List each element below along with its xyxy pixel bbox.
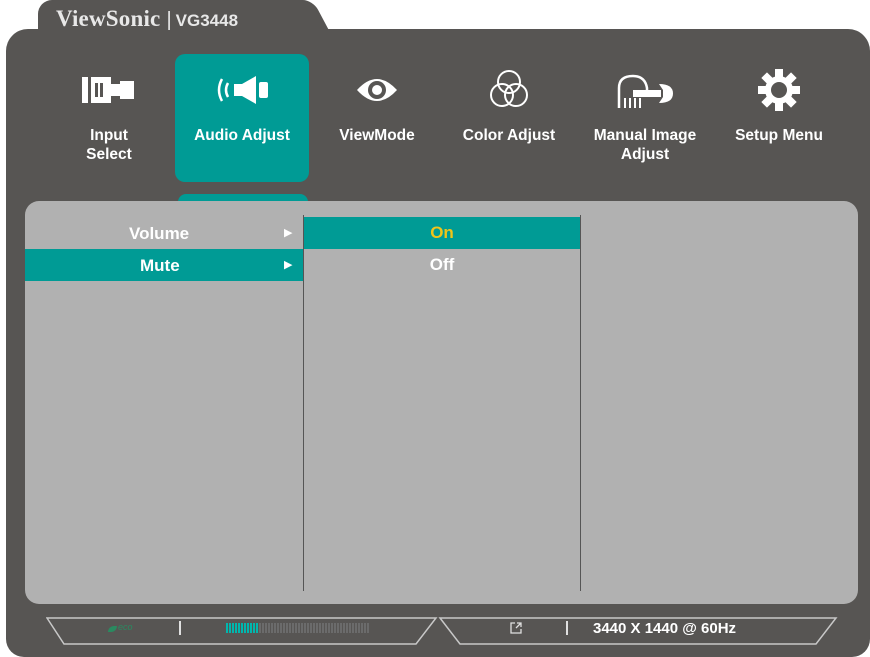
eco-meter-segment <box>328 623 330 633</box>
eco-meter-segment <box>364 623 366 633</box>
eco-meter-segment <box>307 623 309 633</box>
eco-meter-segment <box>298 623 300 633</box>
eco-meter-segment <box>262 623 264 633</box>
eco-meter-segment <box>226 623 228 633</box>
eco-meter-segment <box>253 623 255 633</box>
eco-meter-segment <box>289 623 291 633</box>
status-separator <box>179 621 181 635</box>
gear-icon <box>712 68 846 112</box>
eco-meter-segment <box>367 623 369 633</box>
menu-viewmode[interactable]: ViewMode <box>310 54 444 182</box>
menu-manual-image-adjust[interactable]: Manual Image Adjust <box>578 54 712 182</box>
column-divider <box>580 215 581 591</box>
input-select-icon <box>42 68 176 112</box>
eco-meter-segment <box>343 623 345 633</box>
eco-meter-segment <box>256 623 258 633</box>
brand-name: ViewSonic <box>56 6 161 31</box>
eco-meter-segment <box>250 623 252 633</box>
eco-meter-segment <box>277 623 279 633</box>
menu-color-adjust[interactable]: Color Adjust <box>442 54 576 182</box>
eco-meter-segment <box>241 623 243 633</box>
status-separator <box>566 621 568 635</box>
eco-meter-segment <box>316 623 318 633</box>
submenu-item-label: Mute <box>140 256 180 275</box>
eco-meter-segment <box>286 623 288 633</box>
eco-meter-segment <box>352 623 354 633</box>
eco-meter-segment <box>361 623 363 633</box>
speaker-icon <box>175 68 309 112</box>
eco-label: eco <box>118 622 133 632</box>
menu-label: Input Select <box>86 127 132 163</box>
eco-meter-segment <box>331 623 333 633</box>
eco-meter <box>226 623 369 633</box>
eco-meter-segment <box>268 623 270 633</box>
arrow-right-icon: ▶ <box>284 227 293 239</box>
eco-meter-segment <box>247 623 249 633</box>
menu-label: Manual Image Adjust <box>593 127 697 163</box>
eco-meter-segment <box>325 623 327 633</box>
color-circles-icon <box>442 68 576 112</box>
eco-meter-segment <box>295 623 297 633</box>
eco-meter-segment <box>337 623 339 633</box>
eco-meter-segment <box>301 623 303 633</box>
eco-meter-segment <box>340 623 342 633</box>
submenu-item-label: Volume <box>129 224 190 243</box>
eco-meter-segment <box>232 623 234 633</box>
menu-label: ViewMode <box>339 127 415 144</box>
resolution-readout: 3440 X 1440 @ 60Hz <box>593 620 737 637</box>
menu-label: Setup Menu <box>735 127 823 144</box>
hand-wrench-icon <box>578 68 712 112</box>
menu-audio-adjust[interactable]: Audio Adjust <box>175 54 309 182</box>
eco-meter-segment <box>274 623 276 633</box>
eco-meter-segment <box>310 623 312 633</box>
eco-meter-segment <box>235 623 237 633</box>
eco-meter-segment <box>229 623 231 633</box>
menu-setup[interactable]: Setup Menu <box>712 54 846 182</box>
brand-separator: | <box>166 9 172 31</box>
eco-meter-segment <box>322 623 324 633</box>
eco-meter-segment <box>355 623 357 633</box>
eco-meter-segment <box>244 623 246 633</box>
eco-meter-segment <box>238 623 240 633</box>
eco-meter-segment <box>283 623 285 633</box>
menu-input-select[interactable]: Input Select <box>42 54 176 182</box>
arrow-right-icon: ▶ <box>284 259 293 271</box>
submenu-panel: Volume ▶ Mute ▶ On Off <box>25 201 858 604</box>
status-bar: eco 3440 X 1440 @ 60Hz <box>46 617 838 645</box>
eco-meter-segment <box>265 623 267 633</box>
brand-logo: ViewSonic | VG3448 <box>56 6 238 32</box>
eco-meter-segment <box>259 623 261 633</box>
option-off[interactable]: Off <box>304 249 580 281</box>
menu-label: Color Adjust <box>462 127 556 144</box>
eco-meter-segment <box>349 623 351 633</box>
option-on[interactable]: On <box>304 217 580 249</box>
eye-icon <box>310 68 444 112</box>
eco-meter-segment <box>319 623 321 633</box>
eco-meter-segment <box>346 623 348 633</box>
eco-meter-segment <box>292 623 294 633</box>
submenu-item-volume[interactable]: Volume ▶ <box>25 217 303 249</box>
eco-meter-segment <box>280 623 282 633</box>
eco-meter-segment <box>304 623 306 633</box>
eco-meter-segment <box>334 623 336 633</box>
model-name: VG3448 <box>175 11 239 30</box>
eco-meter-segment <box>271 623 273 633</box>
eco-meter-segment <box>313 623 315 633</box>
eco-meter-segment <box>358 623 360 633</box>
submenu-item-mute[interactable]: Mute ▶ <box>25 249 303 281</box>
menu-label: Audio Adjust <box>194 127 290 144</box>
